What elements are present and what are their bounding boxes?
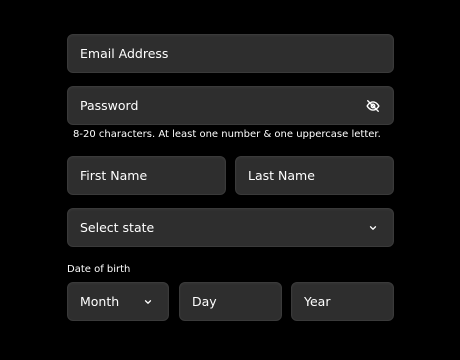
state-select-value: Select state (80, 220, 155, 235)
first-name-field[interactable]: First Name (67, 156, 226, 195)
first-name-placeholder: First Name (80, 168, 148, 183)
year-placeholder: Year (304, 294, 331, 309)
email-field[interactable]: Email Address (67, 34, 394, 73)
dob-label: Date of birth (67, 264, 131, 275)
password-field[interactable]: Password (67, 86, 394, 125)
last-name-field[interactable]: Last Name (235, 156, 394, 195)
chevron-down-icon (140, 294, 156, 310)
year-field[interactable]: Year (291, 282, 394, 321)
month-select-value: Month (80, 294, 120, 309)
password-hint: 8-20 characters. At least one number & o… (73, 129, 381, 140)
last-name-placeholder: Last Name (248, 168, 315, 183)
chevron-down-icon (365, 220, 381, 236)
password-placeholder: Password (80, 98, 139, 113)
day-field[interactable]: Day (179, 282, 282, 321)
eye-off-icon[interactable] (365, 98, 381, 114)
email-placeholder: Email Address (80, 46, 169, 61)
state-select[interactable]: Select state (67, 208, 394, 247)
day-placeholder: Day (192, 294, 217, 309)
month-select[interactable]: Month (67, 282, 169, 321)
